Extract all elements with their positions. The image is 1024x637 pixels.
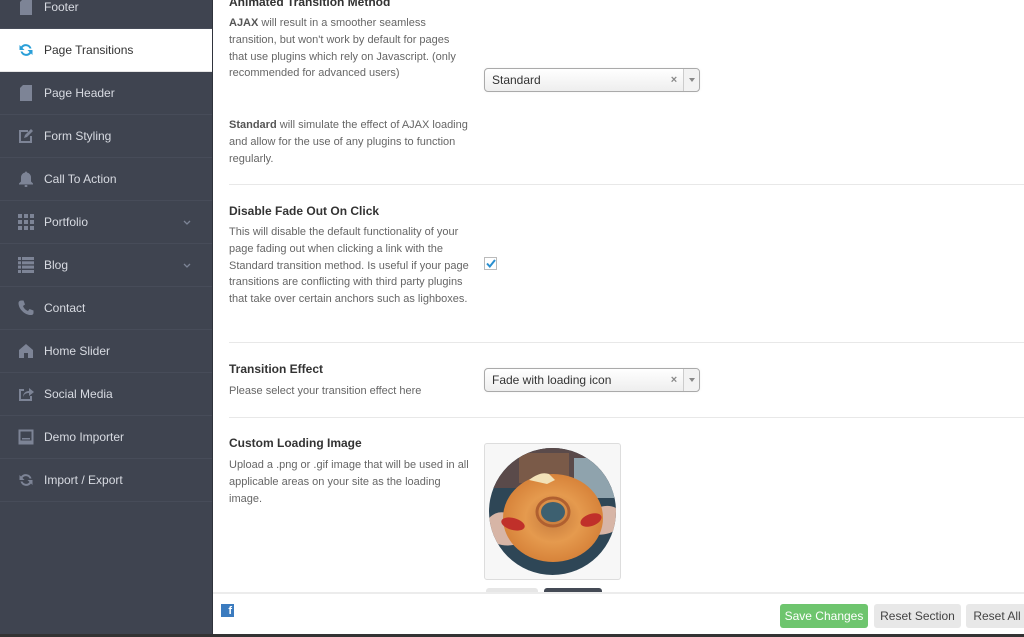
save-changes-button[interactable]: Save Changes: [780, 604, 868, 628]
page-icon: [17, 0, 35, 16]
clear-icon[interactable]: ×: [667, 74, 681, 86]
sidebar-item-label: Form Styling: [44, 129, 112, 143]
dropdown-arrow-icon[interactable]: [683, 69, 699, 91]
home-icon: [17, 342, 35, 360]
sidebar: Footer Page Transitions Page Header Form…: [0, 0, 212, 637]
sidebar-item-label: Footer: [44, 0, 79, 14]
sidebar-item-label: Page Header: [44, 86, 115, 100]
sidebar-item-blog[interactable]: Blog: [0, 244, 212, 287]
sidebar-item-label: Import / Export: [44, 473, 123, 487]
sidebar-item-contact[interactable]: Contact: [0, 287, 212, 330]
window-icon: [17, 428, 35, 446]
disable-fade-checkbox[interactable]: [484, 257, 497, 270]
phone-icon: [17, 299, 35, 317]
reset-section-button[interactable]: Reset Section: [874, 604, 961, 628]
loading-image-preview: [489, 448, 616, 575]
footer-bar: f Save Changes Reset Section Reset All: [213, 592, 1024, 637]
sidebar-item-import-export[interactable]: Import / Export: [0, 459, 212, 502]
setting-transition-effect: Transition Effect Please select your tra…: [229, 343, 1024, 418]
bell-icon: [17, 170, 35, 188]
sidebar-item-label: Contact: [44, 301, 86, 315]
sidebar-item-label: Demo Importer: [44, 430, 125, 444]
refresh-icon: [17, 471, 35, 489]
sidebar-item-page-transitions[interactable]: Page Transitions: [0, 29, 212, 72]
sidebar-item-label: Portfolio: [44, 215, 89, 229]
refresh-icon: [17, 41, 35, 59]
setting-disable-fade: Disable Fade Out On Click This will disa…: [229, 185, 1024, 343]
clear-icon[interactable]: ×: [667, 374, 681, 386]
setting-title: Disable Fade Out On Click: [229, 204, 380, 218]
standard-label: Standard: [229, 119, 277, 131]
sidebar-item-form-styling[interactable]: Form Styling: [0, 115, 212, 158]
setting-transition-method: Animated Transition Method AJAX will res…: [229, 0, 1024, 185]
select-value: Standard: [492, 73, 541, 87]
sidebar-item-label: Social Media: [44, 387, 113, 401]
setting-title: Animated Transition Method: [229, 0, 391, 9]
sidebar-item-portfolio[interactable]: Portfolio: [0, 201, 212, 244]
setting-description-standard: Standard will simulate the effect of AJA…: [229, 117, 469, 167]
checkmark-icon: [485, 259, 496, 268]
sidebar-item-footer[interactable]: Footer: [0, 0, 212, 29]
sidebar-item-page-header[interactable]: Page Header: [0, 72, 212, 115]
sidebar-item-home-slider[interactable]: Home Slider: [0, 330, 212, 373]
ajax-desc: will result in a smoother seamless trans…: [229, 17, 456, 80]
setting-description: This will disable the default functional…: [229, 226, 469, 306]
grid-icon: [17, 213, 35, 231]
reset-all-button[interactable]: Reset All: [966, 604, 1024, 628]
sidebar-item-label: Page Transitions: [44, 43, 134, 57]
transition-method-select[interactable]: Standard ×: [484, 68, 700, 92]
select-value: Fade with loading icon: [492, 373, 612, 387]
sidebar-item-social-media[interactable]: Social Media: [0, 373, 212, 416]
sidebar-item-label: Blog: [44, 258, 69, 272]
sidebar-item-label: Home Slider: [44, 344, 111, 358]
setting-description: Please select your transition effect her…: [229, 385, 422, 397]
settings-panel: Animated Transition Method AJAX will res…: [213, 0, 1024, 592]
ajax-label: AJAX: [229, 17, 259, 29]
setting-description: Upload a .png or .gif image that will be…: [229, 459, 469, 505]
edit-icon: [17, 127, 35, 145]
share-icon: [17, 385, 35, 403]
page-icon: [17, 84, 35, 102]
setting-title: Custom Loading Image: [229, 436, 362, 450]
list-icon: [17, 256, 35, 274]
setting-description: AJAX will result in a smoother seamless …: [229, 15, 469, 82]
sidebar-item-label: Call To Action: [44, 172, 117, 186]
setting-title: Transition Effect: [229, 362, 324, 376]
image-preview[interactable]: [484, 443, 621, 580]
transition-effect-select[interactable]: Fade with loading icon ×: [484, 368, 700, 392]
dropdown-arrow-icon[interactable]: [683, 369, 699, 391]
chevron-down-icon[interactable]: [182, 220, 192, 225]
chevron-down-icon[interactable]: [182, 263, 192, 268]
sidebar-item-demo-importer[interactable]: Demo Importer: [0, 416, 212, 459]
facebook-icon[interactable]: f: [221, 604, 234, 617]
sidebar-item-call-to-action[interactable]: Call To Action: [0, 158, 212, 201]
setting-loading-image: Custom Loading Image Upload a .png or .g…: [229, 418, 1024, 592]
